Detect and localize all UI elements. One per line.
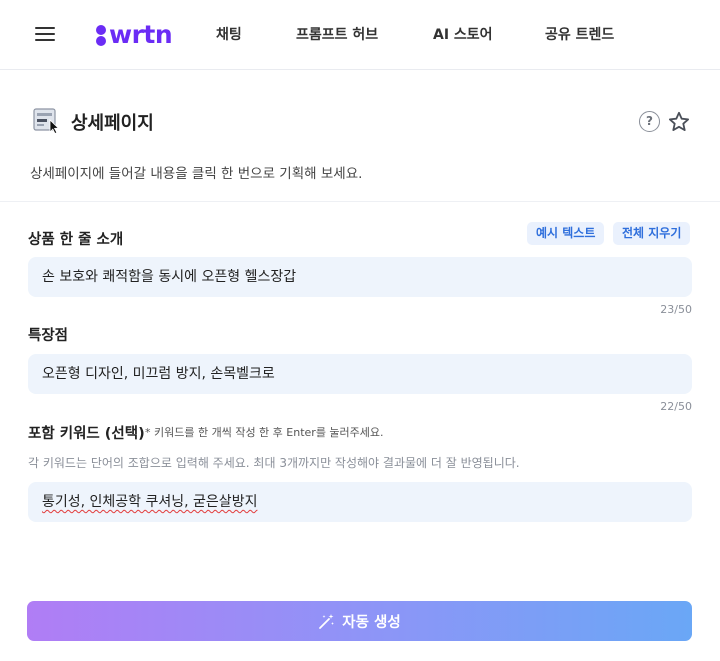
keywords-input[interactable]: 통기성, 인체공학 쿠셔닝, 굳은살방지 xyxy=(28,482,692,522)
section-divider xyxy=(0,201,720,202)
example-text-button[interactable]: 예시 텍스트 xyxy=(527,222,605,245)
nav-item-prompt-hub[interactable]: 프롬프트 허브 xyxy=(296,24,378,44)
logo-mark xyxy=(95,21,107,47)
wrtn-logo[interactable]: wrtn xyxy=(95,17,173,51)
intro-char-counter: 23/50 xyxy=(660,303,692,316)
nav-item-ai-store[interactable]: AI 스토어 xyxy=(433,24,493,44)
keywords-note: * 키워드를 한 개씩 작성 한 후 Enter를 눌러주세요. xyxy=(145,426,384,439)
keywords-value: 통기성, 인체공학 쿠셔닝, 굳은살방지 xyxy=(42,494,258,510)
star-icon[interactable] xyxy=(667,110,691,134)
help-icon[interactable]: ? xyxy=(639,111,660,132)
page-subtitle: 상세페이지에 들어갈 내용을 클릭 한 번으로 기획해 보세요. xyxy=(30,166,363,182)
intro-input[interactable]: 손 보호와 쾌적함을 동시에 오픈형 헬스장갑 xyxy=(28,257,692,297)
auto-generate-label: 자동 생성 xyxy=(342,614,401,631)
auto-generate-button[interactable]: 자동 생성 xyxy=(27,601,692,641)
page-title: 상세페이지 xyxy=(71,113,154,134)
menu-icon[interactable] xyxy=(35,26,55,42)
keywords-label: 포함 키워드 (선택) xyxy=(28,426,145,442)
nav-item-chat[interactable]: 채팅 xyxy=(216,24,242,44)
intro-label: 상품 한 줄 소개 xyxy=(28,232,124,248)
clear-all-button[interactable]: 전체 지우기 xyxy=(613,222,691,245)
keywords-hint: 각 키워드는 단어의 조합으로 입력해 주세요. 최대 3개까지만 작성해야 결… xyxy=(28,456,520,470)
features-input[interactable]: 오픈형 디자인, 미끄럼 방지, 손목벨크로 xyxy=(28,354,692,394)
document-cursor-icon xyxy=(33,108,61,135)
features-label: 특장점 xyxy=(28,328,69,344)
top-navigation: wrtn 채팅 프롬프트 허브 AI 스토어 공유 트렌드 xyxy=(0,0,720,70)
nav-item-share-trend[interactable]: 공유 트렌드 xyxy=(545,24,614,44)
features-char-counter: 22/50 xyxy=(660,400,692,413)
magic-wand-icon xyxy=(319,613,335,629)
logo-text: wrtn xyxy=(109,19,173,49)
